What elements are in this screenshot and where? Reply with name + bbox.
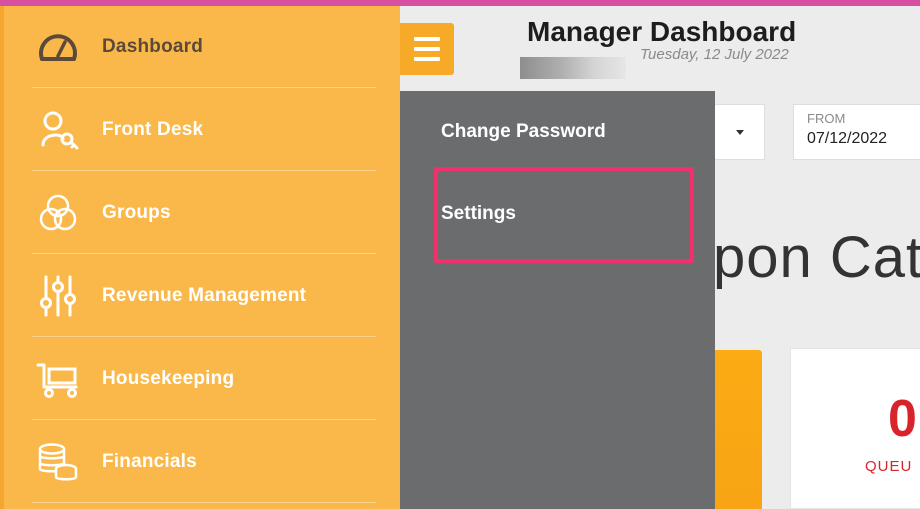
settings-highlight-box [434,167,694,263]
hamburger-bar [414,37,440,41]
sidebar: Dashboard Front Desk Groups Revenue Mana… [0,6,400,509]
cart-icon [36,357,80,401]
hamburger-bar [414,47,440,51]
from-date-value: 07/12/2022 [807,130,888,147]
user-dropdown-menu: Change Password Settings [400,91,715,509]
sidebar-item-groups[interactable]: Groups [32,172,376,254]
from-label: FROM [807,111,846,126]
from-date-field[interactable]: FROM 07/12/2022 [793,104,920,160]
sidebar-item-label: Financials [102,450,197,472]
speedometer-icon [36,25,80,69]
hamburger-menu-button[interactable] [400,23,454,75]
sidebar-item-front-desk[interactable]: Front Desk [32,89,376,171]
queue-stat-card[interactable]: 0 QUEU [790,348,920,509]
orange-stat-card[interactable] [715,350,762,509]
sidebar-item-label: Groups [102,201,171,223]
section-heading: pon Cate [713,225,920,290]
sidebar-item-label: Housekeeping [102,367,235,389]
stat-label: QUEU [865,458,913,475]
hamburger-bar [414,57,440,61]
sidebar-item-label: Dashboard [102,35,204,57]
groups-circles-icon [36,191,80,235]
sidebar-item-revenue-management[interactable]: Revenue Management [32,255,376,337]
page-title: Manager Dashboard [527,16,797,47]
blurred-user-name [520,57,626,79]
current-date: Tuesday, 12 July 2022 [640,46,789,63]
sliders-icon [36,274,80,318]
menu-item-change-password[interactable]: Change Password [441,121,606,143]
sidebar-item-financials[interactable]: Financials [32,421,376,503]
sidebar-item-label: Front Desk [102,118,204,140]
filter-select[interactable] [715,104,765,160]
person-key-icon [36,108,80,152]
sidebar-item-housekeeping[interactable]: Housekeeping [32,338,376,420]
coins-icon [36,440,80,484]
sidebar-item-dashboard[interactable]: Dashboard [32,6,376,88]
sidebar-item-label: Revenue Management [102,284,307,306]
stat-value: 0 [888,390,917,448]
caret-down-icon [735,129,744,135]
